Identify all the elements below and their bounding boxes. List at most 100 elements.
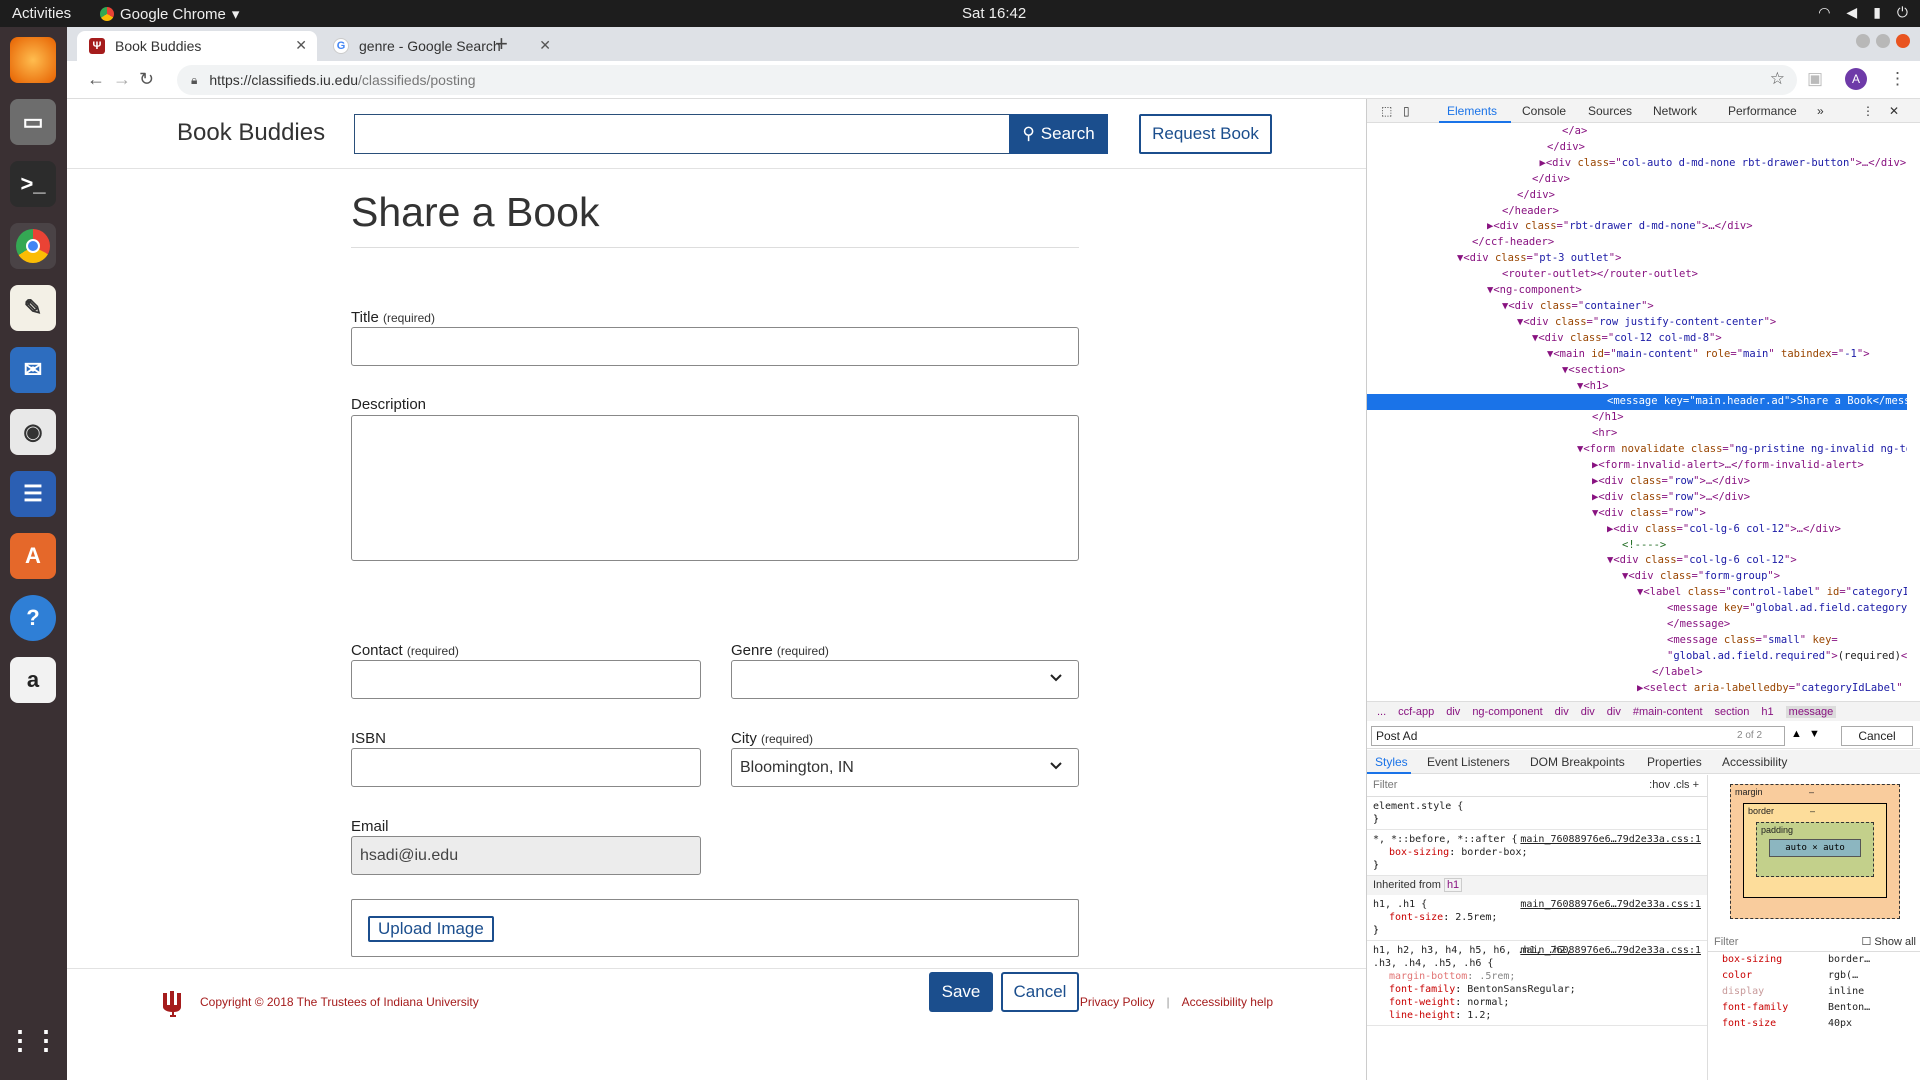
tab-elements[interactable]: Elements: [1447, 104, 1497, 118]
iu-link[interactable]: Indiana University: [383, 995, 478, 1009]
dom-node[interactable]: </message>: [1367, 617, 1907, 633]
css-rule[interactable]: element.style { }: [1367, 797, 1707, 830]
system-tray[interactable]: ◠ ◀ ▮ ⏻: [1818, 4, 1908, 21]
software-center-icon[interactable]: A: [10, 533, 56, 579]
inspect-element-icon[interactable]: ⬚: [1381, 104, 1392, 118]
show-all-checkbox[interactable]: ☐ Show all: [1862, 934, 1917, 950]
subtab-properties[interactable]: Properties: [1647, 755, 1702, 769]
dom-node[interactable]: </h1>: [1367, 410, 1907, 426]
subtab-dom-breakpoints[interactable]: DOM Breakpoints: [1530, 755, 1625, 769]
computed-property[interactable]: font-family Benton…: [1708, 1000, 1920, 1016]
css-rule[interactable]: h1, h2, h3, h4, h5, h6, .h1, .h2, .h3, .…: [1367, 941, 1707, 1026]
genre-select[interactable]: [731, 660, 1079, 699]
title-field[interactable]: [351, 327, 1079, 366]
search-input[interactable]: [354, 114, 1009, 154]
computed-property[interactable]: display inline: [1708, 984, 1920, 1000]
box-model-margin[interactable]: margin – border – padding auto × auto: [1730, 784, 1900, 919]
computed-filter[interactable]: Filter ☐ Show all: [1708, 932, 1920, 952]
styles-tools[interactable]: :hov .cls +: [1649, 779, 1699, 792]
description-textarea[interactable]: [351, 415, 1079, 561]
breadcrumb-item[interactable]: div: [1581, 706, 1595, 718]
dom-node[interactable]: ▼<div class="col-12 col-md-8">: [1367, 331, 1907, 347]
box-model-padding[interactable]: padding auto × auto: [1756, 822, 1874, 877]
writer-icon[interactable]: ☰: [10, 471, 56, 517]
dom-node[interactable]: </label>: [1367, 665, 1907, 681]
find-cancel-button[interactable]: Cancel: [1841, 726, 1913, 746]
box-model-content[interactable]: auto × auto: [1769, 839, 1861, 857]
css-property[interactable]: margin-bottom: .5rem;: [1373, 970, 1701, 983]
breadcrumb-item[interactable]: ng-component: [1472, 706, 1542, 718]
breadcrumb-item[interactable]: div: [1555, 706, 1569, 718]
box-model-border[interactable]: border – padding auto × auto: [1743, 803, 1887, 898]
text-editor-icon[interactable]: ✎: [10, 285, 56, 331]
css-property[interactable]: line-height: 1.2;: [1373, 1009, 1701, 1022]
help-icon[interactable]: ?: [10, 595, 56, 641]
dom-node[interactable]: ▼<div class="col-lg-6 col-12">: [1367, 553, 1907, 569]
firefox-icon[interactable]: [10, 37, 56, 83]
dom-node[interactable]: </div>: [1367, 140, 1907, 156]
subtab-styles[interactable]: Styles: [1375, 755, 1408, 769]
back-arrow-icon[interactable]: ←: [87, 69, 105, 90]
computed-property[interactable]: font-size 40px: [1708, 1016, 1920, 1032]
dom-node[interactable]: <!---->: [1367, 538, 1907, 554]
breadcrumb-item[interactable]: message: [1785, 705, 1837, 718]
terminal-icon[interactable]: >_: [10, 161, 56, 207]
menu-kebab-icon[interactable]: ⋮: [1889, 69, 1906, 89]
minimize-button[interactable]: [1856, 34, 1870, 48]
privacy-policy-link[interactable]: Privacy Policy: [1080, 995, 1155, 1009]
bookmark-star-icon[interactable]: ☆: [1770, 69, 1785, 89]
rule-source-link[interactable]: main_76088976e6…79d2e33a.css:1: [1520, 944, 1701, 957]
computed-property[interactable]: box-sizing border…: [1708, 952, 1920, 968]
css-rule[interactable]: h1, .h1 { main_76088976e6…79d2e33a.css:1…: [1367, 895, 1707, 941]
breadcrumb-item[interactable]: ccf-app: [1398, 706, 1434, 718]
activities-button[interactable]: Activities: [12, 5, 71, 22]
dom-node[interactable]: <message key="global.ad.field.category">…: [1367, 601, 1907, 617]
find-input[interactable]: Post Ad: [1371, 726, 1785, 746]
dom-node[interactable]: </ccf-header>: [1367, 235, 1907, 251]
app-menu[interactable]: Google Chrome ▾: [100, 5, 239, 23]
site-brand[interactable]: Book Buddies: [177, 119, 325, 147]
dom-node[interactable]: ▶<div class="col-lg-6 col-12">…</div>: [1367, 522, 1907, 538]
rule-source-link[interactable]: main_76088976e6…79d2e33a.css:1: [1520, 833, 1701, 846]
amazon-icon[interactable]: a: [10, 657, 56, 703]
find-next-icon[interactable]: ▼: [1809, 728, 1820, 740]
close-window-button[interactable]: [1896, 34, 1910, 48]
close-tab-icon[interactable]: ✕: [295, 37, 307, 54]
close-tab-icon[interactable]: ✕: [539, 37, 551, 54]
subtab-accessibility[interactable]: Accessibility: [1722, 755, 1787, 769]
show-apps-icon[interactable]: ⋮⋮: [7, 1017, 59, 1063]
inherited-tag[interactable]: h1: [1443, 878, 1463, 892]
css-property[interactable]: box-sizing: border-box;: [1373, 846, 1701, 859]
dom-node[interactable]: ▼<main id="main-content" role="main" tab…: [1367, 347, 1907, 363]
accessibility-help-link[interactable]: Accessibility help: [1182, 995, 1273, 1009]
dom-node[interactable]: </div>: [1367, 188, 1907, 204]
tab-performance[interactable]: Performance: [1728, 104, 1797, 118]
dom-node[interactable]: <message class="small" key=: [1367, 633, 1907, 649]
dom-node[interactable]: ▼<div class="row justify-content-center"…: [1367, 315, 1907, 331]
search-button[interactable]: ⚲ Search: [1009, 114, 1108, 154]
find-prev-icon[interactable]: ▲: [1791, 728, 1802, 740]
css-rule[interactable]: *, *::before, *::after { main_76088976e6…: [1367, 830, 1707, 876]
dom-node[interactable]: </header>: [1367, 204, 1907, 220]
clock[interactable]: Sat 16:42: [962, 5, 1026, 22]
dom-node[interactable]: ▼<ng-component>: [1367, 283, 1907, 299]
forward-arrow-icon[interactable]: →: [113, 69, 131, 90]
dom-node[interactable]: ▶<select aria-labelledby="categoryIdLabe…: [1367, 681, 1907, 697]
reload-icon[interactable]: ↻: [139, 69, 154, 90]
tab-console[interactable]: Console: [1522, 104, 1566, 118]
new-tab-button[interactable]: +: [495, 31, 508, 57]
breadcrumb-item[interactable]: div: [1607, 706, 1621, 718]
device-toolbar-icon[interactable]: ▯: [1403, 104, 1410, 118]
maximize-button[interactable]: [1876, 34, 1890, 48]
more-tabs-icon[interactable]: »: [1817, 104, 1824, 118]
devtools-menu-icon[interactable]: ⋮: [1862, 104, 1874, 118]
tab-genre-search[interactable]: G genre - Google Search ✕: [321, 31, 561, 61]
tab-book-buddies[interactable]: Ψ Book Buddies ✕: [77, 31, 317, 61]
contact-field[interactable]: [351, 660, 701, 699]
city-select[interactable]: Bloomington, IN: [731, 748, 1079, 787]
breadcrumb-item[interactable]: section: [1715, 706, 1750, 718]
dom-node[interactable]: ▼<div class="form-group">: [1367, 569, 1907, 585]
thunderbird-icon[interactable]: ✉: [10, 347, 56, 393]
breadcrumb-item[interactable]: #main-content: [1633, 706, 1703, 718]
tab-sources[interactable]: Sources: [1588, 104, 1632, 118]
